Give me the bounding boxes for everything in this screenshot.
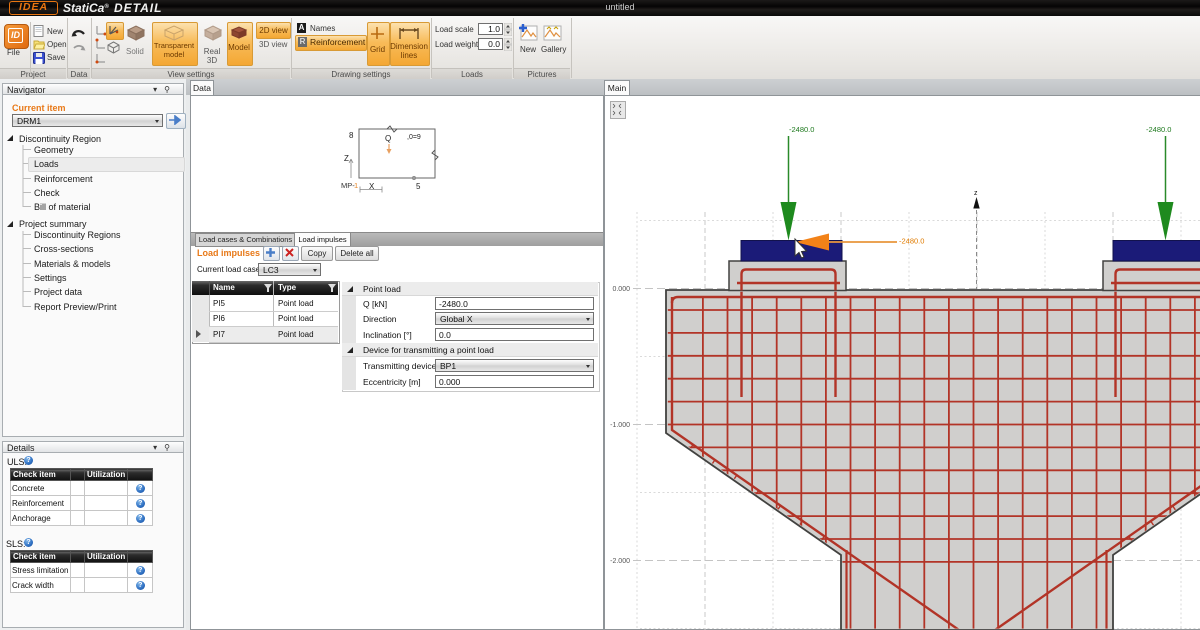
svg-text:-2480.0: -2480.0 [899, 237, 924, 246]
svg-text:5: 5 [416, 182, 421, 191]
svg-text:-2480.0: -2480.0 [1146, 125, 1171, 134]
svg-text:8: 8 [349, 131, 354, 140]
svg-text:,0=9: ,0=9 [407, 134, 421, 141]
svg-text:Q: Q [385, 134, 391, 143]
svg-text:Z: Z [344, 154, 349, 163]
svg-text:-2.000: -2.000 [610, 558, 630, 565]
svg-text:z: z [974, 190, 978, 197]
svg-text:0.000: 0.000 [612, 286, 630, 293]
svg-text:1: 1 [354, 181, 358, 190]
svg-text:-2480.0: -2480.0 [789, 125, 814, 134]
svg-text:-1.000: -1.000 [610, 422, 630, 429]
